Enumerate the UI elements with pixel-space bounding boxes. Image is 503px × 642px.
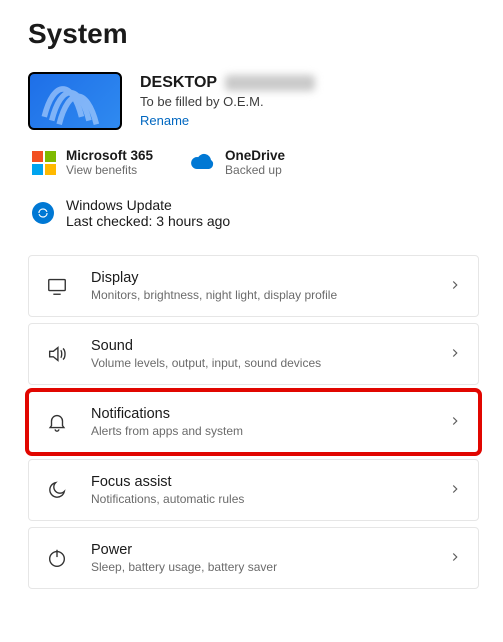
settings-item-title: Sound bbox=[91, 338, 448, 354]
settings-item-display[interactable]: Display Monitors, brightness, night ligh… bbox=[28, 255, 479, 317]
windows-update-sub: Last checked: 3 hours ago bbox=[66, 213, 230, 229]
chevron-right-icon bbox=[448, 414, 462, 431]
chevron-right-icon bbox=[448, 482, 462, 499]
settings-item-power[interactable]: Power Sleep, battery usage, battery save… bbox=[28, 527, 479, 589]
settings-item-title: Power bbox=[91, 542, 448, 558]
power-icon bbox=[45, 547, 69, 569]
device-summary: DESKTOP To be filled by O.E.M. Rename bbox=[28, 72, 479, 130]
settings-item-title: Notifications bbox=[91, 406, 448, 422]
windows-update-icon bbox=[32, 202, 54, 224]
chevron-right-icon bbox=[448, 550, 462, 567]
windows-update-title: Windows Update bbox=[66, 197, 230, 213]
rename-link[interactable]: Rename bbox=[140, 113, 189, 128]
settings-item-sub: Monitors, brightness, night light, displ… bbox=[91, 288, 448, 302]
settings-item-focus-assist[interactable]: Focus assist Notifications, automatic ru… bbox=[28, 459, 479, 521]
settings-item-notifications[interactable]: Notifications Alerts from apps and syste… bbox=[28, 391, 479, 453]
device-model: To be filled by O.E.M. bbox=[140, 94, 315, 109]
settings-item-title: Display bbox=[91, 270, 448, 286]
device-name: DESKTOP bbox=[140, 74, 217, 92]
microsoft-365-title: Microsoft 365 bbox=[66, 148, 153, 163]
microsoft-logo-icon bbox=[32, 151, 56, 175]
settings-item-sub: Sleep, battery usage, battery saver bbox=[91, 560, 448, 574]
onedrive-tile[interactable]: OneDrive Backed up bbox=[189, 148, 285, 177]
onedrive-icon bbox=[189, 152, 215, 173]
microsoft-365-sub: View benefits bbox=[66, 163, 153, 177]
notifications-icon bbox=[45, 411, 69, 433]
settings-item-sound[interactable]: Sound Volume levels, output, input, soun… bbox=[28, 323, 479, 385]
chevron-right-icon bbox=[448, 346, 462, 363]
settings-item-sub: Notifications, automatic rules bbox=[91, 492, 448, 506]
chevron-right-icon bbox=[448, 278, 462, 295]
display-icon bbox=[45, 275, 69, 297]
settings-item-title: Focus assist bbox=[91, 474, 448, 490]
settings-item-sub: Alerts from apps and system bbox=[91, 424, 448, 438]
settings-list: Display Monitors, brightness, night ligh… bbox=[28, 255, 479, 589]
sound-icon bbox=[45, 343, 69, 365]
onedrive-title: OneDrive bbox=[225, 148, 285, 163]
focus-assist-icon bbox=[45, 479, 69, 501]
device-name-redacted bbox=[225, 75, 315, 91]
page-title: System bbox=[28, 18, 479, 50]
microsoft-365-tile[interactable]: Microsoft 365 View benefits bbox=[32, 148, 153, 177]
onedrive-sub: Backed up bbox=[225, 163, 285, 177]
settings-item-sub: Volume levels, output, input, sound devi… bbox=[91, 356, 448, 370]
device-wallpaper-thumb bbox=[28, 72, 122, 130]
windows-update-tile[interactable]: Windows Update Last checked: 3 hours ago bbox=[28, 197, 479, 229]
